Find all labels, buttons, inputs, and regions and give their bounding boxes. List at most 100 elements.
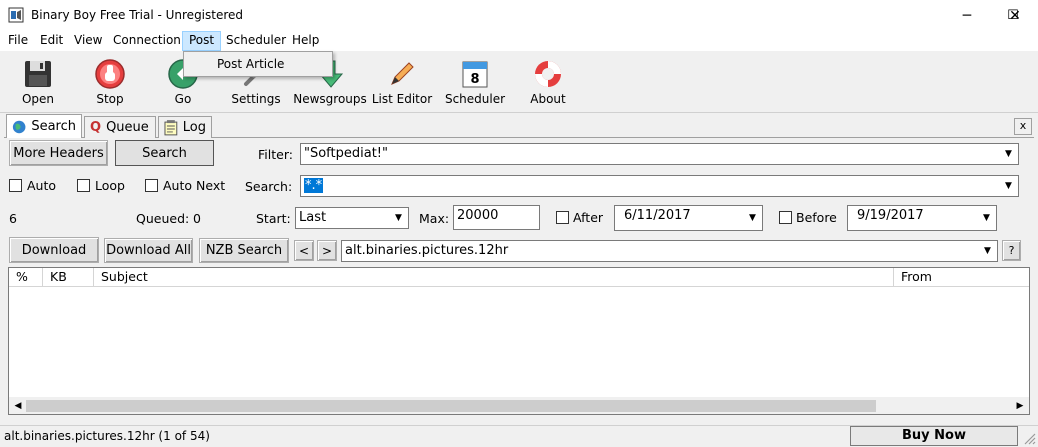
queue-icon: Q [90,120,102,135]
calendar-icon: 8 [462,61,488,88]
newsgroup-value: alt.binaries.pictures.12hr [345,243,509,258]
queued-value: 0 [193,211,201,226]
max-label: Max: [419,211,450,226]
about-button[interactable]: About [512,52,584,112]
scheduler-label: Scheduler [444,92,506,106]
auto-next-label: Auto Next [163,178,226,193]
open-label: Open [21,92,55,106]
more-headers-button[interactable]: More Headers [9,140,108,166]
globe-icon [12,120,26,133]
tab-log-label: Log [182,120,206,135]
before-checkbox[interactable] [779,211,792,224]
menu-view[interactable]: View [68,31,108,51]
download-all-button[interactable]: Download All [104,238,193,263]
stop-label: Stop [96,92,124,106]
tab-search[interactable]: Search [6,114,82,138]
window-title: Binary Boy Free Trial - Unregistered [31,8,244,22]
chevron-down-icon[interactable]: ▼ [1000,177,1017,195]
column-header-percent[interactable]: % [9,268,43,287]
after-date-value: 6/11/2017 [624,208,691,223]
scroll-right-icon[interactable]: ▶ [1012,398,1028,413]
result-count: 6 [9,211,17,226]
minimize-button[interactable]: ─ [944,0,990,31]
filter-label: Filter: [258,147,293,162]
help-button[interactable]: ? [1002,240,1021,261]
chevron-down-icon[interactable]: ▼ [390,209,407,227]
tab-queue-label: Queue [106,120,149,135]
scheduler-button[interactable]: 8 Scheduler [439,52,511,112]
menu-help[interactable]: Help [286,31,325,51]
chevron-down-icon[interactable]: ▼ [978,207,995,229]
newsgroups-label: Newsgroups [293,92,367,106]
chevron-down-icon[interactable]: ▼ [1000,145,1017,163]
auto-next-checkbox[interactable] [145,179,158,192]
notepad-icon [164,119,178,135]
menu-item-post-article[interactable]: Post Article [217,57,284,71]
panel-close-button[interactable]: x [1014,118,1032,135]
stop-button[interactable]: Stop [74,52,146,112]
after-label: After [573,210,604,225]
list-editor-button[interactable]: List Editor [366,52,438,112]
column-header-kb[interactable]: KB [43,268,94,287]
tab-log[interactable]: Log [158,116,212,138]
list-editor-label: List Editor [371,92,433,106]
lifebuoy-icon [535,61,561,87]
chevron-down-icon[interactable]: ▼ [979,242,996,260]
nzb-search-button[interactable]: NZB Search [199,238,289,263]
scroll-left-icon[interactable]: ◀ [10,398,26,413]
pencil-icon [391,62,414,85]
download-button[interactable]: Download [9,237,99,263]
search-combobox[interactable]: *.* ▼ [300,175,1019,197]
menu-post[interactable]: Post [182,31,222,51]
loop-label: Loop [95,178,125,193]
search-label: Search: [245,179,293,194]
before-date-value: 9/19/2017 [857,208,924,223]
settings-label: Settings [231,92,281,106]
column-header-from[interactable]: From [894,268,1029,287]
stop-icon [95,59,125,89]
column-header-subject[interactable]: Subject [94,268,894,287]
auto-label: Auto [27,178,57,193]
loop-checkbox[interactable] [77,179,90,192]
resize-grip-icon[interactable] [1022,431,1036,445]
scrollbar-thumb[interactable] [26,400,876,412]
search-value: *.* [304,178,324,193]
app-icon[interactable] [8,7,24,23]
max-input[interactable]: 20000 [453,205,540,230]
calendar-day: 8 [470,72,479,87]
menu-scheduler[interactable]: Scheduler [220,31,292,51]
status-text: alt.binaries.pictures.12hr (1 of 54) [4,429,210,443]
start-select[interactable]: Last ▼ [295,207,409,229]
before-label: Before [796,210,837,225]
minimize-icon: ─ [962,7,972,24]
next-button[interactable]: > [317,240,337,261]
chevron-down-icon[interactable]: ▼ [744,207,761,229]
about-label: About [530,92,566,106]
buy-now-button[interactable]: Buy Now [850,426,1018,446]
post-dropdown-menu: Post Article [183,51,333,77]
menu-edit[interactable]: Edit [34,31,69,51]
start-value: Last [299,210,327,225]
tab-queue[interactable]: Q Queue [84,116,156,138]
open-button[interactable]: Open [2,52,74,112]
before-date-picker[interactable]: 9/19/2017 ▼ [847,205,997,231]
max-value: 20000 [457,208,499,223]
queued-label: Queued: [136,211,190,226]
after-date-picker[interactable]: 6/11/2017 ▼ [614,205,763,231]
close-button[interactable]: ✕ [992,0,1038,31]
tab-search-label: Search [31,119,76,134]
close-icon: ✕ [1009,7,1021,24]
start-label: Start: [256,211,291,226]
filter-value: "Softpediat!" [304,146,388,161]
filter-combobox[interactable]: "Softpediat!" ▼ [300,143,1019,165]
after-checkbox[interactable] [556,211,569,224]
search-button[interactable]: Search [115,140,214,166]
prev-button[interactable]: < [294,240,314,261]
results-table[interactable] [8,267,1030,415]
menu-file[interactable]: File [2,31,34,51]
go-label: Go [174,92,192,106]
newsgroup-combobox[interactable]: alt.binaries.pictures.12hr ▼ [341,240,998,262]
floppy-icon [25,61,51,87]
menu-connection[interactable]: Connection [107,31,187,51]
auto-checkbox[interactable] [9,179,22,192]
